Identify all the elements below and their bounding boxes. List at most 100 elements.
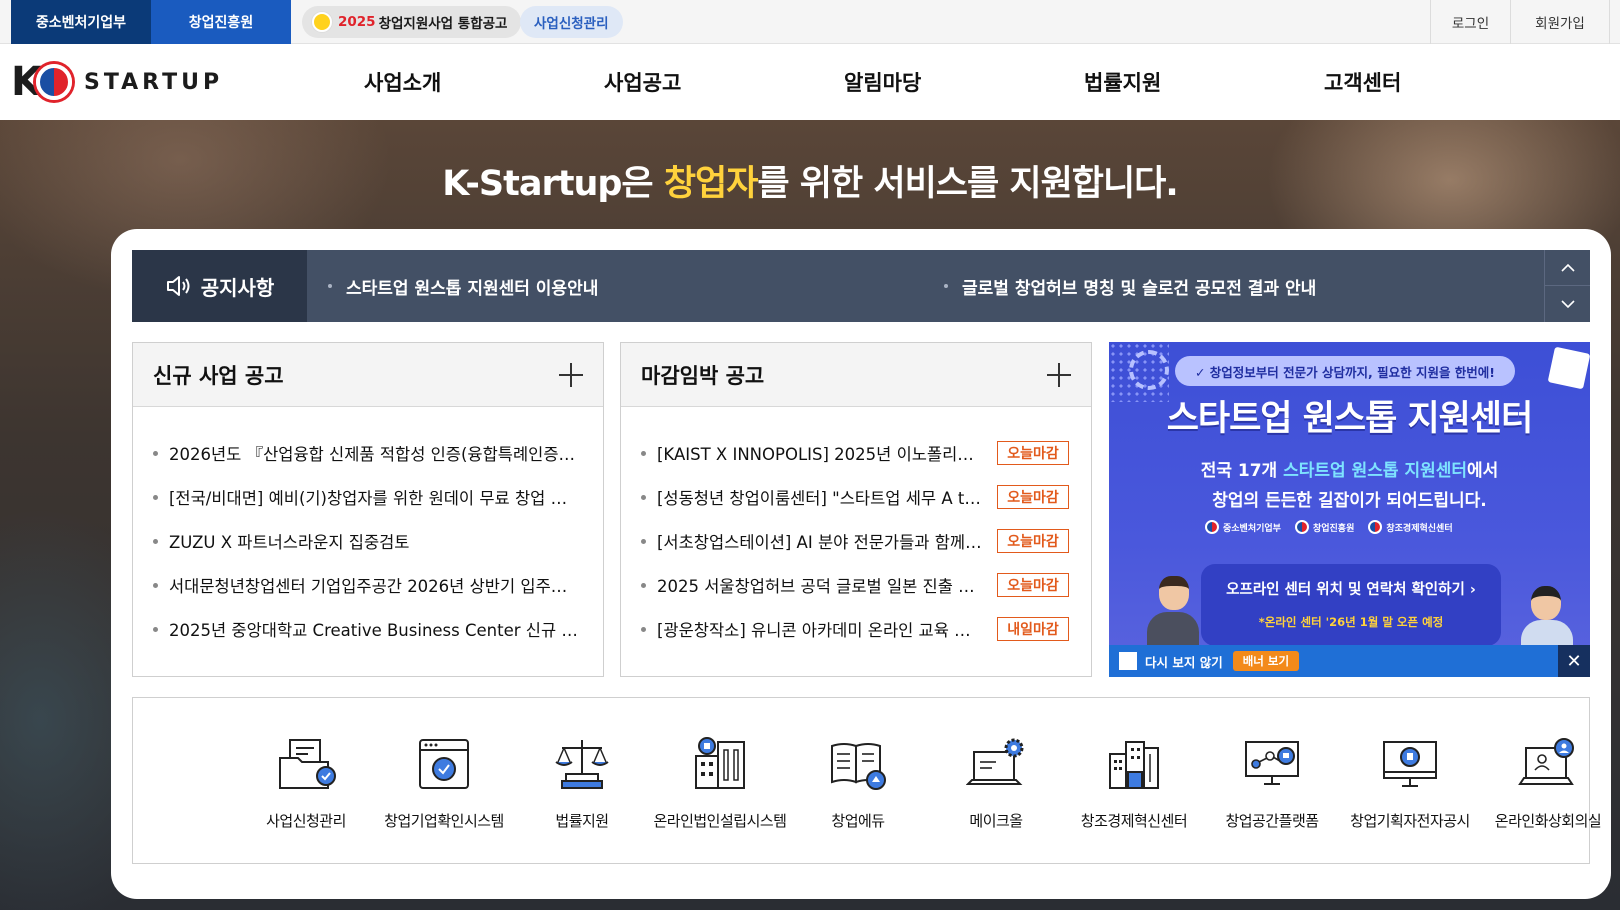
notice-item[interactable]: 스타트업 원스톱 지원센터 이용안내 (328, 250, 598, 322)
bullet (153, 450, 158, 456)
quick-item-label: 창업기업확인시스템 (384, 812, 504, 830)
new-business-box: 신규 사업 공고 2026년도 『산업융합 신제품 적합성 인증(융합특례인증)… (132, 342, 604, 677)
folder-icon (1547, 346, 1590, 390)
quick-menu: 사업신청관리 창업기업확인시스템 법률지원 온라인법인설립시스템 창업에듀 메이… (132, 697, 1602, 864)
laptop-gear-icon (966, 738, 1024, 785)
notice-prev-button[interactable] (1544, 250, 1590, 286)
city-icon (1109, 741, 1159, 789)
banner-logos: 중소벤처기업부 창업진흥원 창조경제혁신센터 (1205, 518, 1505, 536)
list-item-text: [광운창작소] 유니콘 아카데미 온라인 교육 수강생 모집 (657, 621, 983, 640)
taegeuk-icon (1205, 520, 1219, 534)
notice-item-text: 스타트업 원스톱 지원센터 이용안내 (346, 278, 599, 299)
gnb-announcements[interactable]: 사업공고 (604, 44, 681, 120)
quick-item-edu[interactable]: 창업에듀 (789, 698, 927, 863)
notice-link-label: 창업지원사업 통합공고 (378, 16, 508, 32)
monitor-badge-icon (1383, 741, 1437, 787)
deadline-badge: 오늘마감 (997, 485, 1069, 509)
gnb-notice-board[interactable]: 알림마당 (844, 44, 921, 120)
building-icon (695, 737, 745, 789)
notice-heading[interactable]: 공지사항 (132, 250, 307, 322)
banner-title: 스타트업 원스톱 지원센터 (1166, 399, 1534, 439)
book-icon (831, 743, 886, 790)
quick-item-label: 메이크올 (969, 812, 1023, 830)
list-item[interactable]: [KAIST X INNOPOLIS] 2025년 이노폴리스 캠퍼스 모집 오늘… (621, 431, 1091, 475)
list-item[interactable]: ZUZU X 파트너스라운지 집중검토 (133, 519, 603, 563)
hero-title: K-Startup은 창업자를 위한 서비스를 지원합니다. (0, 155, 1620, 206)
offline-center-button[interactable]: 오프라인 센터 위치 및 연락처 확인하기 › *온라인 센터 '26년 1월 … (1201, 564, 1501, 646)
integrated-notice-link[interactable]: 2025 창업지원사업 통합공고 (302, 6, 522, 38)
quick-item-disclosure[interactable]: 창업기획자전자공시 (1341, 698, 1479, 863)
login-link[interactable]: 로그인 (1430, 0, 1510, 44)
taegeuk-icon (36, 64, 72, 100)
gnb-customer-center[interactable]: 고객센터 (1324, 44, 1401, 120)
bullet (641, 582, 646, 588)
list-item[interactable]: 2026년도 『산업융합 신제품 적합성 인증(융합특례인증) 지원사업』 (133, 431, 603, 475)
lightbulb-icon (312, 12, 332, 32)
list-item[interactable]: [성동청년 창업이룸센터] "스타트업 세무 A to Z" 오늘마감 (621, 475, 1091, 519)
quick-item-apply[interactable]: 사업신청관리 (237, 698, 375, 863)
bullet (944, 284, 948, 288)
folder-check-icon (279, 739, 336, 789)
banner-desc-accent: 스타트업 원스톱 지원센터 (1283, 461, 1468, 481)
speaker-icon (166, 276, 190, 296)
deadline-badge: 오늘마감 (997, 573, 1069, 597)
bullet (153, 626, 158, 632)
browser-check-icon (419, 739, 469, 789)
quick-item-confirm[interactable]: 창업기업확인시스템 (375, 698, 513, 863)
notice-item[interactable]: 글로벌 창업허브 명칭 및 슬로건 공모전 결과 안내 (944, 250, 1316, 322)
join-link[interactable]: 회원가입 (1510, 0, 1610, 44)
list-item-text: [전국/비대면] 예비(기)창업자를 위한 원데이 무료 창업 교육 (169, 489, 579, 508)
close-icon[interactable]: ✕ (1558, 645, 1590, 677)
new-business-header: 신규 사업 공고 (133, 343, 603, 407)
mss-link[interactable]: 중소벤처기업부 (11, 0, 151, 44)
hero-title-highlight: 창업자 (663, 164, 759, 204)
logo-label: 창조경제혁신센터 (1386, 523, 1453, 534)
deadline-list: [KAIST X INNOPOLIS] 2025년 이노폴리스 캠퍼스 모집오늘… (621, 431, 1091, 651)
no-show-label[interactable]: 다시 보지 않기 (1145, 652, 1223, 671)
list-item[interactable]: [광운창작소] 유니콘 아카데미 온라인 교육 수강생 모집 내일마감 (621, 607, 1091, 651)
quick-item-legal[interactable]: 법률지원 (513, 698, 651, 863)
list-item-text: 서대문청년창업센터 기업입주공간 2026년 상반기 입주기업 모집 (169, 577, 579, 596)
list-item[interactable]: 2025 서울창업허브 공덕 글로벌 일본 진출 프로그램 오늘마감 (621, 563, 1091, 607)
chevron-up-icon (1560, 263, 1575, 272)
notice-title: 공지사항 (200, 275, 275, 300)
kised-link[interactable]: 창업진흥원 (151, 0, 291, 44)
list-item[interactable]: 서대문청년창업센터 기업입주공간 2026년 상반기 입주기업 모집 (133, 563, 603, 607)
quick-item-space[interactable]: 창업공간플랫폼 (1203, 698, 1341, 863)
quick-item-label: 온라인화상회의실 (1494, 812, 1602, 830)
offline-center-label: 오프라인 센터 위치 및 연락처 확인하기 › (1226, 582, 1476, 598)
gnb-legal-support[interactable]: 법률지원 (1084, 44, 1161, 120)
hero-title-pre: K-Startup은 (442, 164, 664, 204)
quick-item-label: 창업기획자전자공시 (1350, 812, 1470, 830)
plus-icon[interactable] (559, 363, 583, 387)
bullet (153, 538, 158, 544)
kstartup-logo[interactable]: K STARTUP (11, 58, 223, 106)
plus-icon[interactable] (1047, 363, 1071, 387)
quick-item-video[interactable]: 온라인화상회의실 (1479, 698, 1617, 863)
taegeuk-icon (1294, 520, 1309, 534)
view-banner-button[interactable]: 배너 보기 (1232, 651, 1300, 671)
gnb-business-intro[interactable]: 사업소개 (364, 44, 441, 120)
banner-description: 전국 17개 스타트업 원스톱 지원센터에서 창업의 든든한 길잡이가 되어드립… (1109, 456, 1590, 516)
notice-next-button[interactable] (1544, 286, 1590, 322)
kised-logo: 창업진흥원 (1294, 520, 1355, 534)
scale-icon (555, 740, 609, 789)
apply-management-link[interactable]: 사업신청관리 (520, 6, 623, 38)
notice-item-text: 글로벌 창업허브 명칭 및 슬로건 공모전 결과 안내 (962, 278, 1317, 299)
list-item[interactable]: [서초창업스테이션] AI 분야 전문가들과 함께하는 세미나 오늘마감 (621, 519, 1091, 563)
logo-label: 창업진흥원 (1312, 523, 1355, 534)
banner-pill: ✓ 창업정보부터 전문가 상담까지, 필요한 지원을 한번에! (1175, 356, 1515, 386)
quick-item-incorp[interactable]: 온라인법인설립시스템 (651, 698, 789, 863)
list-item[interactable]: [전국/비대면] 예비(기)창업자를 위한 원데이 무료 창업 교육 (133, 475, 603, 519)
onestop-banner[interactable]: ✓ 창업정보부터 전문가 상담까지, 필요한 지원을 한번에! 스타트업 원스톱… (1109, 342, 1590, 677)
quick-item-ccei[interactable]: 창조경제혁신센터 (1065, 698, 1203, 863)
no-show-checkbox[interactable] (1119, 652, 1137, 670)
banner-desc-post: 에서 (1467, 461, 1499, 481)
taegeuk-icon (1368, 520, 1383, 534)
person-illustration (1143, 576, 1203, 656)
list-item-text: [성동청년 창업이룸센터] "스타트업 세무 A to Z" (657, 489, 983, 508)
list-item[interactable]: 2025년 중앙대학교 Creative Business Center 신규 … (133, 607, 603, 651)
quick-item-label: 창조경제혁신센터 (1080, 812, 1188, 830)
notice-year: 2025 (338, 14, 376, 30)
quick-item-makeall[interactable]: 메이크올 (927, 698, 1065, 863)
